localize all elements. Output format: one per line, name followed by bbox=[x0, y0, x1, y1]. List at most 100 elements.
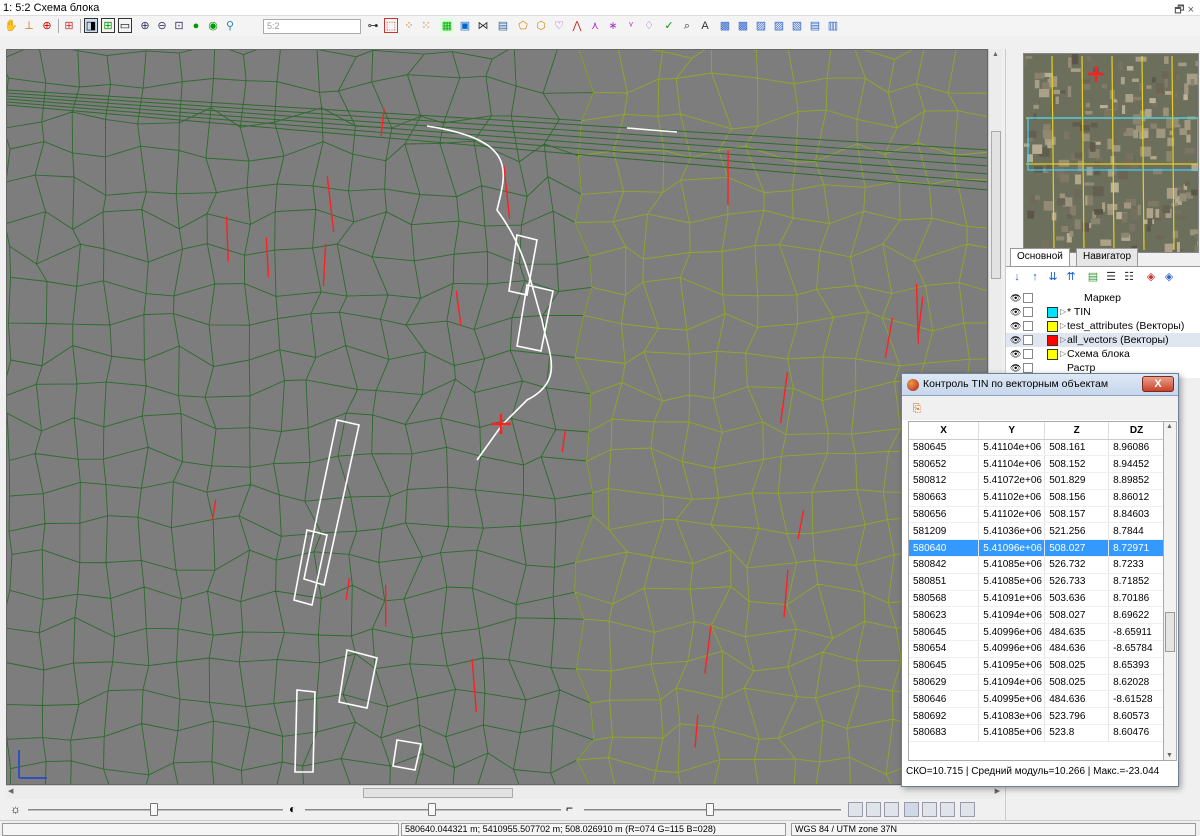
tab-main[interactable]: Основной bbox=[1010, 248, 1070, 267]
points-icon[interactable]: ⁘ bbox=[402, 18, 416, 33]
layer-stack-icon[interactable]: ◈ bbox=[1144, 269, 1158, 284]
properties-icon[interactable]: ▤ bbox=[1086, 269, 1100, 284]
contrast-slider[interactable] bbox=[428, 803, 436, 816]
add-point-icon[interactable]: ⊥ bbox=[22, 18, 36, 33]
layer-checkbox[interactable] bbox=[1023, 307, 1033, 317]
text-icon[interactable]: A bbox=[698, 18, 712, 33]
column-header[interactable]: Y bbox=[978, 422, 1046, 440]
tin-icon[interactable]: ⋈ bbox=[476, 18, 490, 33]
layer-item[interactable]: 👁 ▷ * TIN bbox=[1006, 305, 1200, 319]
table-row[interactable]: 580812 5.41072e+06 501.829 8.89852 bbox=[909, 472, 1163, 490]
zoom-layer-icon[interactable]: ● bbox=[189, 18, 203, 33]
visibility-eye-icon[interactable]: 👁 bbox=[1010, 333, 1021, 347]
scrollbar-thumb[interactable] bbox=[991, 131, 1001, 279]
ortho-edit-icon[interactable]: ▤ bbox=[808, 18, 822, 33]
layer-item[interactable]: 👁 ▷ test_attributes (Векторы) bbox=[1006, 319, 1200, 333]
move-bottom-icon[interactable]: ⇊ bbox=[1046, 269, 1060, 284]
table-row[interactable]: 581209 5.41036e+06 521.256 8.7844 bbox=[909, 522, 1163, 541]
visibility-eye-icon[interactable]: 👁 bbox=[1010, 291, 1021, 305]
zoom-out-icon[interactable]: ⊖ bbox=[155, 18, 169, 33]
layer-color-swatch[interactable] bbox=[1047, 335, 1058, 346]
raster-icon[interactable]: ▦ bbox=[440, 18, 454, 33]
table-row[interactable]: 580623 5.41094e+06 508.027 8.69622 bbox=[909, 606, 1163, 625]
tab-navigator[interactable]: Навигатор bbox=[1076, 248, 1139, 266]
find-icon[interactable]: ⌕ bbox=[680, 18, 694, 33]
layer-color-swatch[interactable] bbox=[1047, 321, 1058, 332]
table-row[interactable]: 580692 5.41083e+06 523.796 8.60573 bbox=[909, 707, 1163, 726]
table-row[interactable]: 580568 5.41091e+06 503.636 8.70186 bbox=[909, 590, 1163, 608]
scale-input[interactable]: 5:2 bbox=[263, 19, 361, 34]
table-row[interactable]: 580645 5.41104e+06 508.161 8.96086 bbox=[909, 439, 1163, 457]
table-row[interactable]: 580663 5.41102e+06 508.156 8.86012 bbox=[909, 489, 1163, 507]
layer-checkbox[interactable] bbox=[1023, 335, 1033, 345]
table-row[interactable]: 580842 5.41085e+06 526.732 8.7233 bbox=[909, 556, 1163, 574]
scroll-up-arrow-icon[interactable]: ▲ bbox=[992, 51, 999, 58]
vertex-icon[interactable]: ᵛ bbox=[624, 18, 638, 33]
layer-color-swatch[interactable] bbox=[1047, 349, 1058, 360]
node-icon[interactable]: ∗ bbox=[606, 18, 620, 33]
zoom-extent-icon[interactable]: ⊡ bbox=[172, 18, 186, 33]
frame-view-icon[interactable]: ▭ bbox=[118, 18, 132, 33]
line-icon[interactable]: ⋀ bbox=[570, 18, 584, 33]
grid-icon[interactable]: ⊞ bbox=[62, 18, 76, 33]
layer-item[interactable]: 👁 ▷ all_vectors (Векторы) bbox=[1006, 333, 1200, 347]
points-edit-icon[interactable]: ⁙ bbox=[419, 18, 433, 33]
block-edit-icon[interactable]: ▩ bbox=[736, 18, 750, 33]
table-row[interactable]: 580652 5.41104e+06 508.152 8.94452 bbox=[909, 455, 1163, 474]
expand-arrow-icon[interactable]: ▷ bbox=[1060, 305, 1066, 319]
layer-checkbox[interactable] bbox=[1023, 321, 1033, 331]
column-header[interactable]: Z bbox=[1044, 422, 1110, 440]
table-row[interactable]: 580654 5.40996e+06 484.636 -8.65784 bbox=[909, 640, 1163, 658]
gamma-slider[interactable] bbox=[706, 803, 714, 816]
mosaic-edit-icon[interactable]: ▨ bbox=[772, 18, 786, 33]
table-scrollbar[interactable]: ▲ ▼ bbox=[1164, 421, 1177, 761]
layer-item[interactable]: 👁 Маркер bbox=[1006, 291, 1200, 305]
table-row[interactable]: 580646 5.40995e+06 484.636 -8.61528 bbox=[909, 690, 1163, 709]
zoom-selection-icon[interactable]: ◉ bbox=[206, 18, 220, 33]
select-box-icon[interactable]: ⬚ bbox=[384, 18, 398, 33]
move-down-icon[interactable]: ↓ bbox=[1010, 269, 1024, 284]
table-row[interactable]: 580645 5.41095e+06 508.025 8.65393 bbox=[909, 657, 1163, 675]
paste-icon[interactable] bbox=[940, 802, 955, 817]
zoom-in-icon[interactable]: ⊕ bbox=[138, 18, 152, 33]
brightness-slider[interactable] bbox=[150, 803, 158, 816]
single-view-icon[interactable]: ◨ bbox=[84, 18, 98, 33]
visibility-eye-icon[interactable]: 👁 bbox=[1010, 305, 1021, 319]
layer-item[interactable]: 👁 ▷ Схема блока bbox=[1006, 347, 1200, 361]
report-icon[interactable]: ▥ bbox=[826, 18, 840, 33]
overview-minimap[interactable] bbox=[1023, 53, 1199, 253]
quad-view-icon[interactable]: ⊞ bbox=[101, 18, 115, 33]
channel-button[interactable] bbox=[866, 802, 881, 817]
line-edit-icon[interactable]: ⋏ bbox=[588, 18, 602, 33]
table-row[interactable]: 580683 5.41085e+06 523.8 8.60476 bbox=[909, 724, 1163, 742]
expand-arrow-icon[interactable]: ▷ bbox=[1060, 333, 1066, 347]
scroll-down-arrow-icon[interactable]: ▼ bbox=[1166, 752, 1173, 759]
table-row[interactable]: 580640 5.41096e+06 508.027 8.72971 bbox=[909, 539, 1163, 558]
columns-icon[interactable]: ☷ bbox=[1122, 269, 1136, 284]
channel-button[interactable] bbox=[884, 802, 899, 817]
check-icon[interactable]: ✓ bbox=[662, 18, 676, 33]
contour-icon[interactable]: ♢ bbox=[642, 18, 656, 33]
block-icon[interactable]: ▩ bbox=[718, 18, 732, 33]
visibility-eye-icon[interactable]: 👁 bbox=[1010, 319, 1021, 333]
unlock-icon[interactable] bbox=[960, 802, 975, 817]
layer-checkbox[interactable] bbox=[1023, 293, 1033, 303]
map-view[interactable] bbox=[6, 49, 988, 785]
pointer-icon[interactable]: ⊶ bbox=[366, 18, 380, 33]
add-marker-icon[interactable]: ⊕ bbox=[40, 18, 54, 33]
zoom-custom-icon[interactable]: ⚲ bbox=[223, 18, 237, 33]
expand-arrow-icon[interactable]: ▷ bbox=[1060, 347, 1066, 361]
move-up-icon[interactable]: ↑ bbox=[1028, 269, 1042, 284]
column-header[interactable]: X bbox=[909, 422, 980, 440]
move-top-icon[interactable]: ⇈ bbox=[1064, 269, 1078, 284]
pan-hand-icon[interactable]: ✋ bbox=[4, 18, 18, 33]
scroll-up-arrow-icon[interactable]: ▲ bbox=[1166, 423, 1173, 430]
copy-icon[interactable] bbox=[922, 802, 937, 817]
export-icon[interactable]: ⎘ bbox=[910, 401, 924, 416]
polygon-edit-icon[interactable]: ⬡ bbox=[534, 18, 548, 33]
dialog-titlebar[interactable]: Контроль TIN по векторным объектам X bbox=[902, 374, 1178, 396]
scroll-right-arrow-icon[interactable]: ▶ bbox=[995, 787, 1000, 795]
dialog-close-button[interactable]: X bbox=[1142, 376, 1174, 392]
polygon-icon[interactable]: ⬠ bbox=[516, 18, 530, 33]
layer-color-swatch[interactable] bbox=[1047, 307, 1058, 318]
